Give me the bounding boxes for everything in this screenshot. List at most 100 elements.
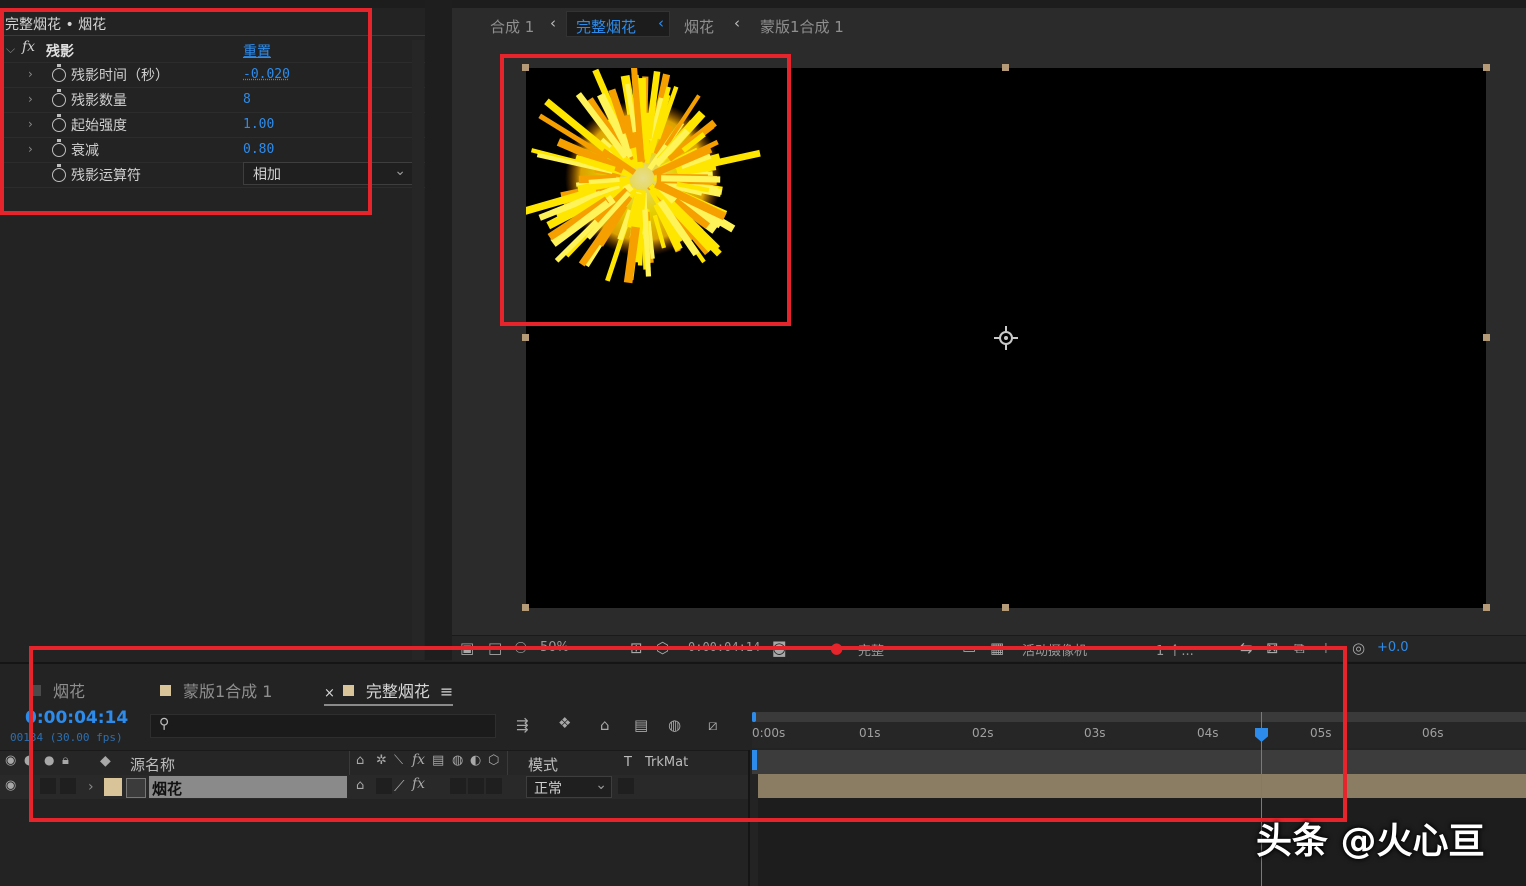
- param-value[interactable]: 8: [243, 92, 251, 107]
- roi-icon[interactable]: ▭: [962, 639, 976, 657]
- preserve-transparency-toggle[interactable]: [618, 778, 634, 794]
- mode-header[interactable]: 模式: [528, 754, 558, 775]
- solo-toggle[interactable]: [40, 778, 56, 794]
- comp-mini-flowchart-icon[interactable]: ⇶: [516, 716, 529, 734]
- label-color-swatch[interactable]: [104, 778, 122, 796]
- audio-icon[interactable]: ◖: [24, 753, 31, 768]
- reset-link[interactable]: 重置: [243, 41, 271, 61]
- lock-toggle[interactable]: [60, 778, 76, 794]
- eye-icon[interactable]: ◉: [5, 778, 16, 793]
- lock-icon[interactable]: 🔒︎: [62, 753, 69, 768]
- stopwatch-icon[interactable]: [52, 143, 66, 157]
- transform-handle[interactable]: [1483, 334, 1490, 341]
- graph-editor-icon[interactable]: ⧄: [708, 716, 718, 734]
- menu-icon[interactable]: ≡: [440, 682, 453, 701]
- exposure-value[interactable]: +0.0: [1377, 640, 1409, 655]
- effect-header-row[interactable]: ⌵ fx 残影 重置: [0, 37, 425, 63]
- zoom-dropdown[interactable]: 50%: [540, 640, 569, 655]
- mask-icon[interactable]: ⬡: [656, 639, 669, 657]
- collapse-toggle[interactable]: [376, 778, 392, 794]
- label-tag-icon[interactable]: ◆: [100, 753, 111, 769]
- chevron-right-icon[interactable]: ›: [28, 92, 33, 106]
- transform-handle[interactable]: [522, 334, 529, 341]
- layer-name-cell[interactable]: 烟花: [149, 776, 347, 798]
- chevron-right-icon[interactable]: ›: [28, 142, 33, 156]
- color-picker-icon[interactable]: ●: [830, 639, 843, 657]
- solo-icon[interactable]: ●: [44, 753, 54, 767]
- search-input[interactable]: ⚲: [150, 714, 496, 738]
- breadcrumb-item[interactable]: 合成 1: [490, 16, 534, 37]
- fast-preview-icon[interactable]: ⊠: [1266, 639, 1279, 657]
- quality-icon[interactable]: ⟋: [394, 777, 405, 795]
- eye-icon[interactable]: ◉: [5, 753, 16, 768]
- trkmat-header[interactable]: TrkMat: [645, 755, 688, 770]
- breadcrumb-item-active[interactable]: 完整烟花: [576, 16, 636, 37]
- echo-operator-dropdown[interactable]: 相加 ⌄: [243, 162, 413, 185]
- motion-blur-icon[interactable]: ◍: [452, 753, 463, 768]
- source-name-header[interactable]: 源名称: [130, 754, 175, 775]
- scrollbar[interactable]: [412, 40, 424, 660]
- camera-snapshot-icon[interactable]: ◙: [772, 639, 787, 657]
- channel-icon[interactable]: ⚇: [514, 639, 527, 657]
- chevron-right-icon[interactable]: ›: [88, 779, 94, 795]
- 3d-layer-icon[interactable]: ⬡: [488, 753, 499, 768]
- chevron-down-icon[interactable]: ⌵: [6, 42, 15, 57]
- quality-icon[interactable]: ⟍: [394, 753, 403, 768]
- stopwatch-icon[interactable]: [52, 168, 66, 182]
- work-area-bar[interactable]: [752, 712, 1526, 722]
- grid-icon[interactable]: ⊞: [630, 639, 643, 657]
- viewer-timecode[interactable]: 0:00:04:14: [688, 640, 760, 654]
- transform-handle[interactable]: [1002, 604, 1009, 611]
- views-dropdown[interactable]: 1 个...: [1156, 640, 1194, 659]
- resolution-dropdown[interactable]: 完整: [858, 640, 884, 659]
- chevron-right-icon[interactable]: ›: [28, 67, 33, 81]
- flowchart-icon[interactable]: ⧉: [1294, 639, 1305, 657]
- fx-icon[interactable]: fx: [412, 752, 425, 768]
- 3d-toggle[interactable]: [486, 778, 502, 794]
- transform-handle[interactable]: [522, 64, 529, 71]
- close-icon[interactable]: ×: [324, 686, 335, 701]
- work-area-start[interactable]: [752, 712, 756, 722]
- fx-icon[interactable]: fx: [22, 39, 35, 55]
- transform-handle[interactable]: [1483, 64, 1490, 71]
- chevron-right-icon[interactable]: ›: [28, 117, 33, 131]
- tab-fireworks[interactable]: 烟花: [30, 678, 85, 702]
- shy-icon[interactable]: ⌂: [356, 778, 364, 793]
- in-point-marker[interactable]: [752, 750, 757, 770]
- stopwatch-icon[interactable]: [52, 68, 66, 82]
- motion-blur-toggle[interactable]: [468, 778, 484, 794]
- t-header[interactable]: T: [624, 755, 632, 770]
- motion-blur-icon[interactable]: ◍: [668, 716, 681, 734]
- frame-blend-toggle[interactable]: [450, 778, 466, 794]
- region-icon[interactable]: □: [488, 639, 502, 657]
- fx-icon[interactable]: fx: [412, 776, 425, 792]
- breadcrumb-item[interactable]: 蒙版1合成 1: [760, 16, 844, 37]
- shy-icon[interactable]: ⌂: [356, 753, 364, 768]
- tab-mask-comp[interactable]: 蒙版1合成 1: [160, 678, 272, 702]
- param-value[interactable]: -0.020: [243, 67, 290, 82]
- table-row[interactable]: ◉ › 烟花 ⌂ ⟋ fx 正常 ⌄: [0, 775, 748, 799]
- camera-dropdown[interactable]: 活动摄像机: [1022, 640, 1087, 659]
- transparency-grid-icon[interactable]: ▦: [990, 639, 1004, 657]
- adjustment-icon[interactable]: ◐: [470, 753, 481, 768]
- anchor-point-icon[interactable]: [994, 326, 1018, 350]
- shy-layers-icon[interactable]: ⌂: [600, 716, 610, 734]
- stopwatch-icon[interactable]: [52, 118, 66, 132]
- draft-3d-icon[interactable]: ❖: [558, 714, 571, 732]
- timeline-icon[interactable]: ⟊: [1324, 639, 1328, 657]
- param-value[interactable]: 1.00: [243, 117, 274, 132]
- breadcrumb-item[interactable]: 烟花: [684, 16, 714, 37]
- composition-canvas[interactable]: [526, 68, 1486, 608]
- toggle-icon[interactable]: ⇆: [1240, 639, 1253, 657]
- exposure-icon[interactable]: ◎: [1352, 639, 1365, 657]
- transform-handle[interactable]: [522, 604, 529, 611]
- transform-handle[interactable]: [1483, 604, 1490, 611]
- frame-blending-icon[interactable]: ▤: [634, 716, 648, 734]
- timeline-timecode[interactable]: 0:00:04:14: [25, 708, 128, 728]
- tab-full-fireworks[interactable]: ×完整烟花≡: [324, 678, 453, 706]
- param-value[interactable]: 0.80: [243, 142, 274, 157]
- frame-blend-icon[interactable]: ▤: [432, 753, 444, 768]
- stopwatch-icon[interactable]: [52, 93, 66, 107]
- transform-handle[interactable]: [1002, 64, 1009, 71]
- layer-duration-bar[interactable]: [758, 774, 1526, 798]
